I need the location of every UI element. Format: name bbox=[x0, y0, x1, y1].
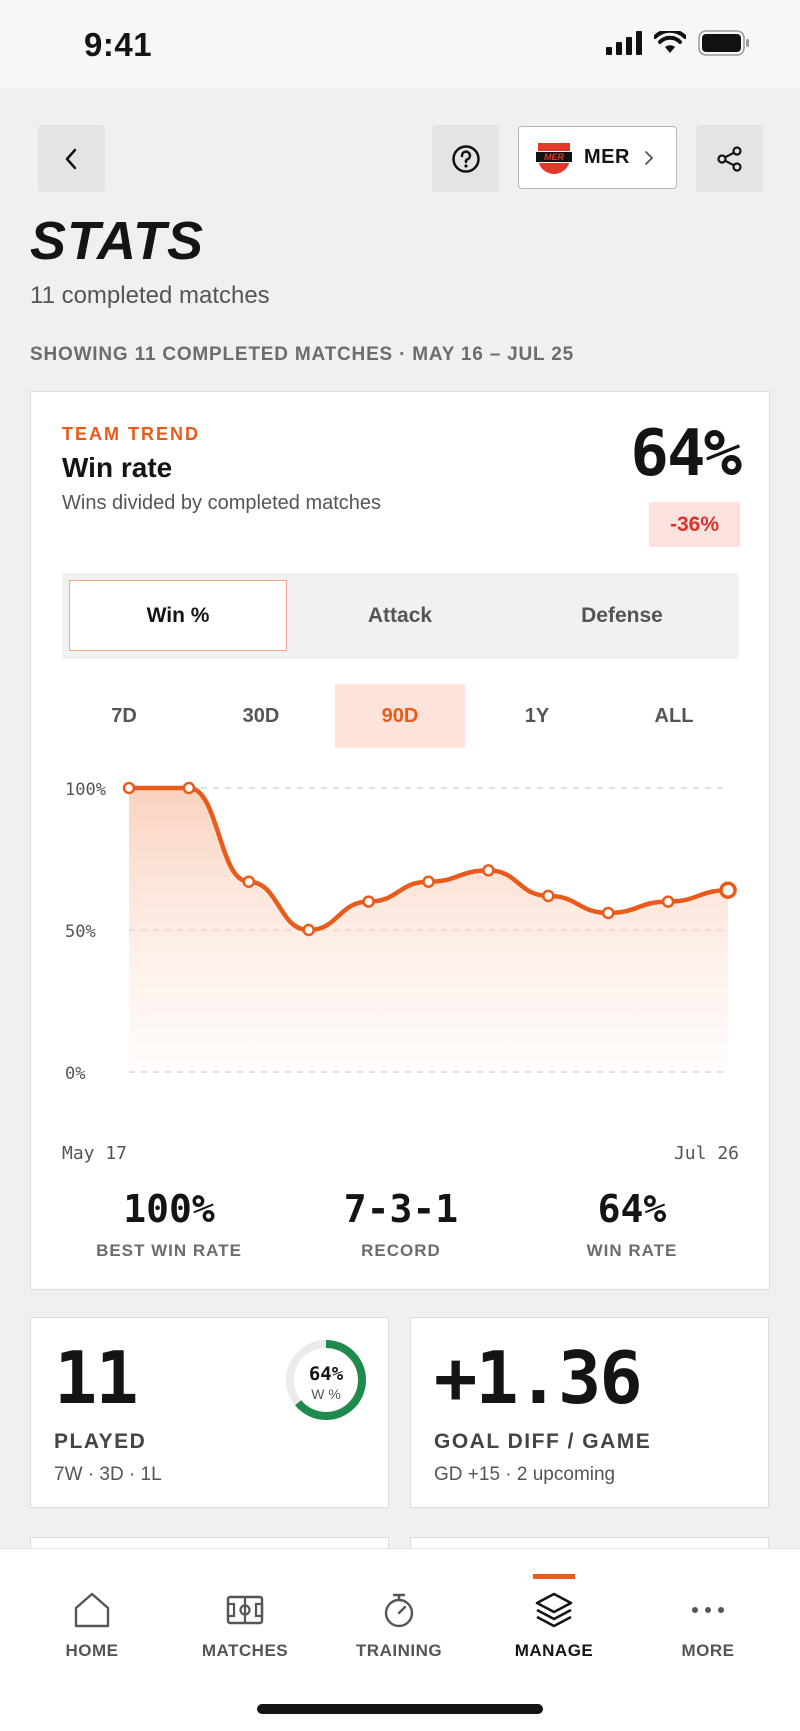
tab-more[interactable]: MORE bbox=[631, 1549, 785, 1679]
period-30d[interactable]: 30D bbox=[196, 684, 326, 748]
status-time: 9:41 bbox=[84, 26, 153, 63]
x-axis-start-label: May 17 bbox=[62, 1143, 128, 1164]
tab-manage[interactable]: MANAGE bbox=[477, 1549, 631, 1679]
segment-attack[interactable]: Attack bbox=[291, 580, 509, 651]
data-point[interactable] bbox=[362, 895, 375, 908]
data-point[interactable] bbox=[601, 906, 615, 920]
period-1y[interactable]: 1Y bbox=[472, 684, 602, 748]
y-tick-label: 100% bbox=[65, 780, 106, 800]
segment-defense[interactable]: Defense bbox=[513, 580, 731, 651]
page-title: STATS bbox=[30, 211, 204, 271]
status-bar: 9:41 bbox=[0, 0, 800, 88]
data-point[interactable] bbox=[422, 875, 435, 888]
tab-training[interactable]: TRAINING bbox=[322, 1549, 476, 1679]
team-trend-card: TEAM TREND Win rate Wins divided by comp… bbox=[30, 391, 770, 1290]
team-selector-button[interactable]: MER MER bbox=[518, 126, 677, 189]
house-icon bbox=[74, 1592, 110, 1628]
period-7d[interactable]: 7D bbox=[59, 684, 189, 748]
metric-title: Win rate bbox=[62, 452, 173, 483]
back-button[interactable] bbox=[38, 125, 105, 192]
goal-diff-value: +1.36 bbox=[434, 1336, 643, 1420]
tab-training-label: TRAINING bbox=[355, 1641, 443, 1660]
data-point[interactable] bbox=[182, 781, 196, 795]
layers-icon bbox=[535, 1592, 573, 1628]
win-rate-stat: 64% WIN RATE bbox=[532, 1187, 732, 1261]
team-crest-icon: MER bbox=[536, 142, 572, 174]
win-rate-label: WIN RATE bbox=[586, 1241, 678, 1260]
played-count: 11 bbox=[54, 1336, 139, 1420]
data-point[interactable] bbox=[719, 881, 737, 899]
period-all[interactable]: ALL bbox=[609, 684, 739, 748]
best-win-rate-stat: 100% BEST WIN RATE bbox=[69, 1187, 269, 1261]
goal-diff-label: GOAL DIFF / GAME bbox=[434, 1430, 652, 1453]
card-eyebrow: TEAM TREND bbox=[62, 424, 200, 444]
chevron-left-icon bbox=[65, 148, 76, 169]
tab-home[interactable]: HOME bbox=[15, 1549, 169, 1679]
ring-label: W % bbox=[311, 1386, 341, 1402]
ring-percent: 64% bbox=[308, 1363, 344, 1385]
tab-matches[interactable]: MATCHES bbox=[168, 1549, 322, 1679]
question-circle-icon bbox=[451, 144, 480, 173]
help-button[interactable] bbox=[432, 125, 499, 192]
played-card[interactable]: 11 PLAYED 7W · 3D · 1L 64% W % bbox=[30, 1317, 389, 1508]
page-subtitle: 11 completed matches bbox=[30, 282, 270, 309]
played-label: PLAYED bbox=[54, 1430, 147, 1453]
metric-segmented-control: Win % Attack Defense bbox=[62, 573, 739, 659]
data-point[interactable] bbox=[482, 864, 495, 877]
y-tick-label: 50% bbox=[65, 922, 96, 942]
cellular-signal-icon bbox=[606, 31, 642, 55]
share-button[interactable] bbox=[696, 125, 763, 192]
tab-manage-label: MANAGE bbox=[514, 1641, 594, 1660]
y-tick-label: 0% bbox=[65, 1064, 85, 1084]
range-caption: SHOWING 11 COMPLETED MATCHES · MAY 16 – … bbox=[30, 344, 574, 365]
win-rate-chart: 100% 50% 0% bbox=[65, 780, 737, 1084]
data-point[interactable] bbox=[242, 875, 256, 888]
record-label: RECORD bbox=[361, 1241, 441, 1260]
win-rate-value: 64% bbox=[597, 1187, 667, 1231]
tab-more-label: MORE bbox=[681, 1641, 735, 1660]
team-crest-text: MER bbox=[544, 152, 565, 162]
played-breakdown: 7W · 3D · 1L bbox=[54, 1464, 162, 1485]
more-dots-icon bbox=[692, 1607, 724, 1613]
tab-home-label: HOME bbox=[65, 1641, 119, 1660]
goal-diff-sub: GD +15 · 2 upcoming bbox=[434, 1464, 616, 1485]
record-stat: 7-3-1 RECORD bbox=[301, 1187, 501, 1261]
status-icons bbox=[606, 30, 750, 56]
metric-description: Wins divided by completed matches bbox=[62, 492, 382, 514]
pitch-icon bbox=[226, 1595, 264, 1625]
battery-icon bbox=[698, 30, 749, 56]
x-axis-end-label: Jul 26 bbox=[673, 1143, 739, 1164]
data-point[interactable] bbox=[542, 889, 555, 903]
best-win-rate-value: 100% bbox=[123, 1187, 215, 1231]
team-abbr: MER bbox=[584, 146, 630, 168]
record-value: 7-3-1 bbox=[343, 1187, 459, 1231]
delta-badge: -36% bbox=[649, 502, 740, 547]
wifi-icon bbox=[654, 31, 686, 53]
stopwatch-icon bbox=[384, 1593, 414, 1628]
best-win-rate-label: BEST WIN RATE bbox=[96, 1241, 242, 1260]
home-indicator bbox=[257, 1704, 543, 1714]
segment-win-pct[interactable]: Win % bbox=[69, 580, 287, 651]
goal-diff-card[interactable]: +1.36 GOAL DIFF / GAME GD +15 · 2 upcomi… bbox=[410, 1317, 769, 1508]
share-icon bbox=[716, 145, 742, 172]
data-point[interactable] bbox=[302, 923, 315, 937]
chevron-right-icon bbox=[645, 150, 654, 165]
period-90d[interactable]: 90D bbox=[335, 684, 465, 748]
data-point[interactable] bbox=[661, 895, 675, 908]
tab-matches-label: MATCHES bbox=[201, 1641, 289, 1660]
metric-value: 64% bbox=[630, 417, 742, 491]
data-point[interactable] bbox=[122, 781, 136, 795]
